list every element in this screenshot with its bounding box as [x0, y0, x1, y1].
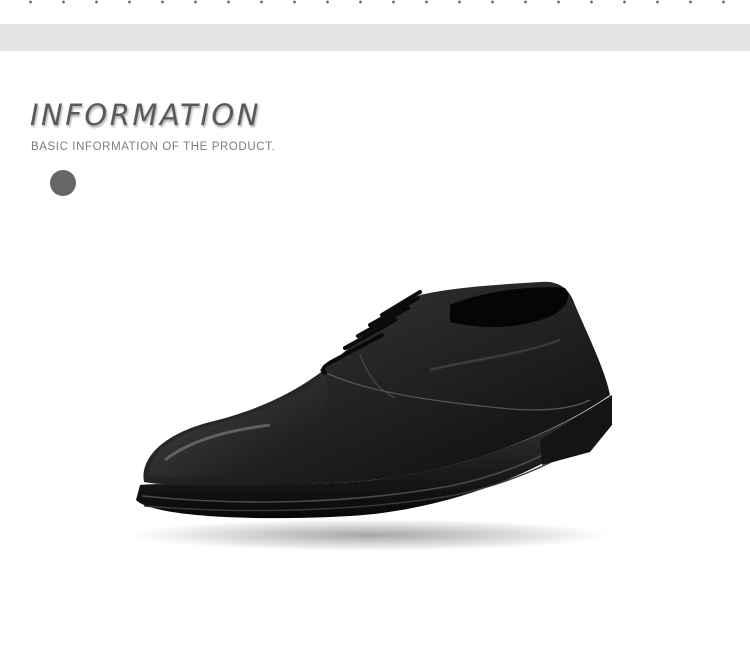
color-swatch[interactable]: [50, 170, 76, 196]
product-image: [130, 281, 612, 551]
top-decorative-strip: [0, 0, 750, 24]
product-detail-page: INFORMATION BASIC INFORMATION OF THE PRO…: [0, 0, 750, 661]
section-subtitle: BASIC INFORMATION OF THE PRODUCT.: [31, 141, 276, 153]
section-divider-bar: [0, 24, 750, 51]
section-title: INFORMATION: [30, 98, 261, 132]
dotted-divider: [14, 0, 736, 4]
shoe-shadow: [130, 519, 610, 551]
